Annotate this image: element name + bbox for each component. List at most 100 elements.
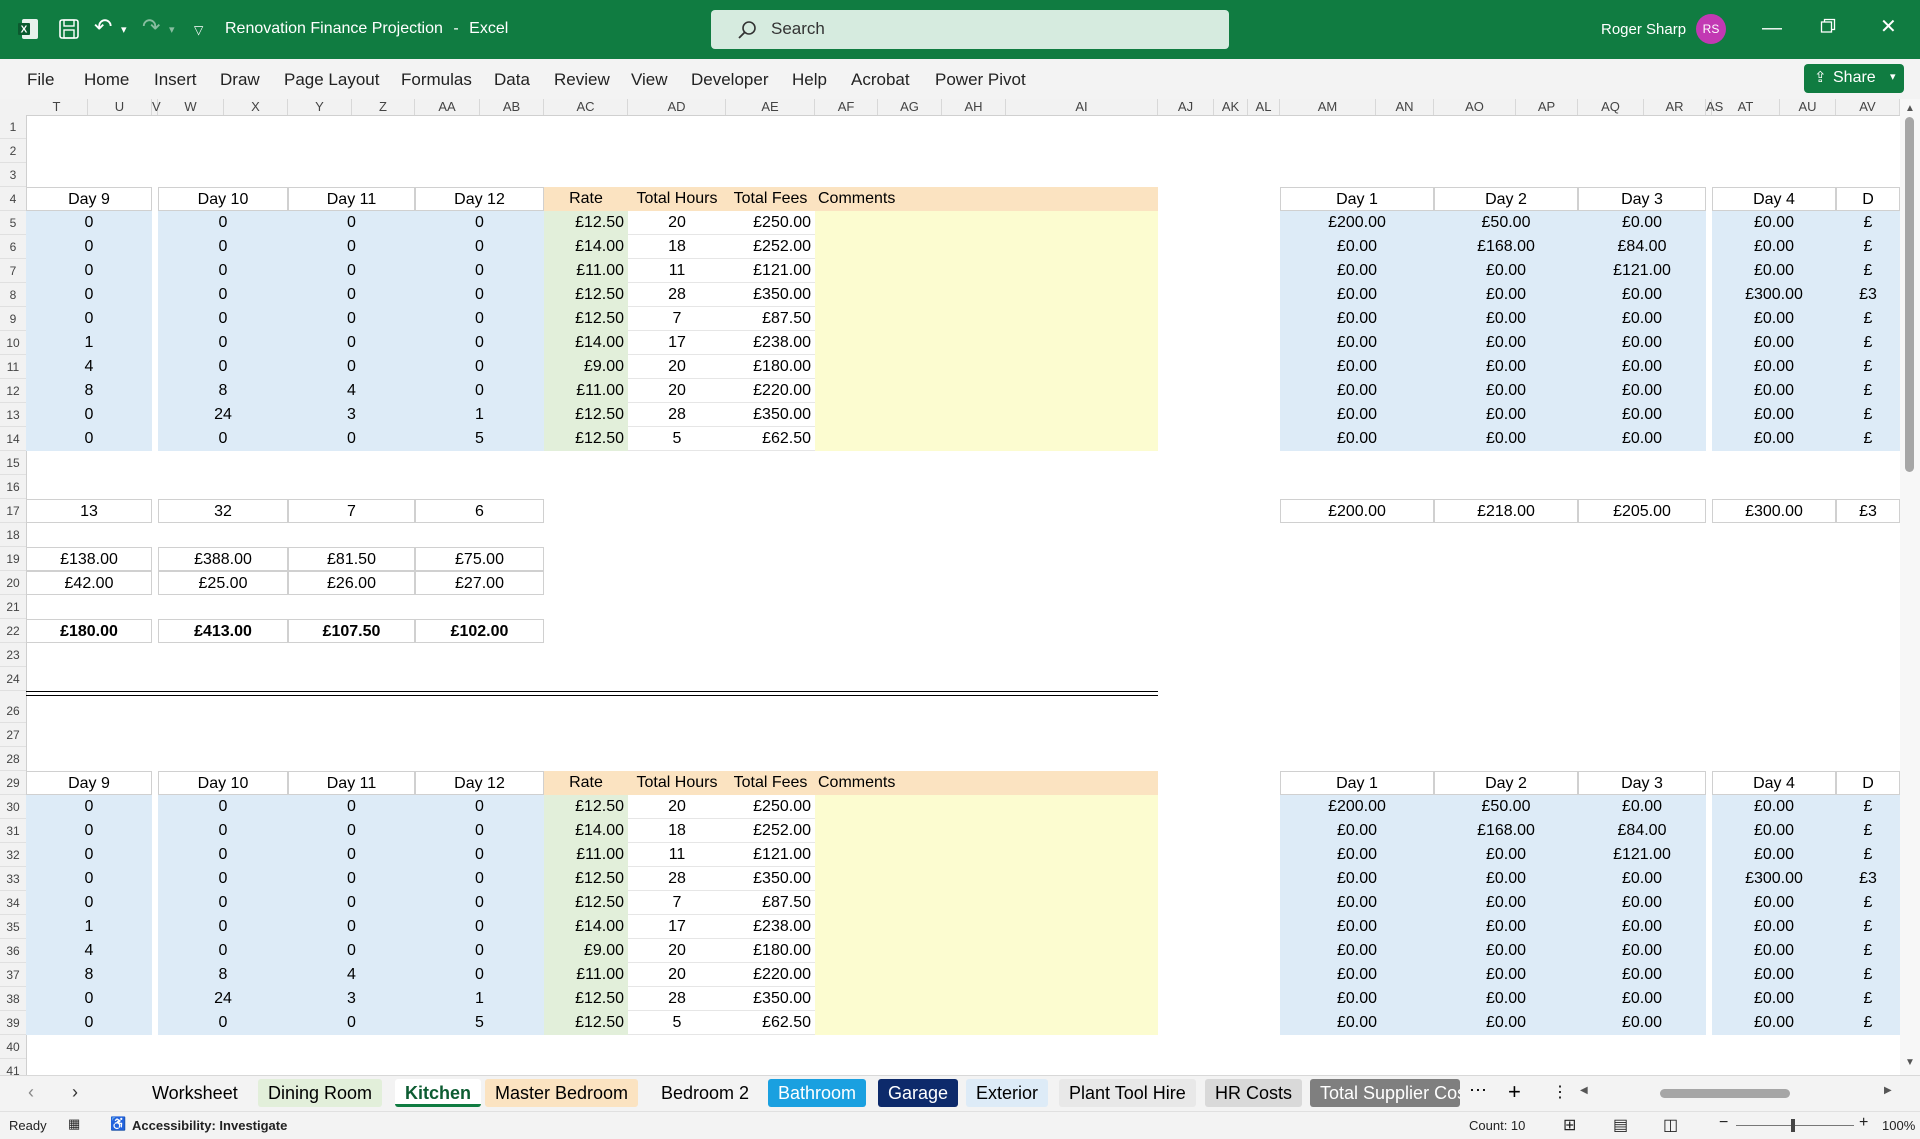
- total-hours-summary-cell[interactable]: 32: [158, 499, 288, 523]
- column-header[interactable]: Y: [288, 99, 352, 115]
- row-header[interactable]: 35: [0, 915, 26, 939]
- day-hours-cell[interactable]: 0: [26, 259, 152, 283]
- day-hours-cell[interactable]: 0: [158, 1011, 288, 1035]
- rate-cell[interactable]: £11.00: [544, 259, 628, 283]
- column-heading[interactable]: Rate: [544, 771, 628, 795]
- day-hours-cell[interactable]: 0: [415, 235, 544, 259]
- total-hours-cell[interactable]: 5: [628, 1011, 726, 1035]
- day-hours-cell[interactable]: 0: [415, 867, 544, 891]
- total-hours-cell[interactable]: 20: [628, 795, 726, 819]
- row-header[interactable]: 32: [0, 843, 26, 867]
- day-hours-cell[interactable]: 0: [415, 331, 544, 355]
- day-hours-cell[interactable]: 0: [26, 843, 152, 867]
- rate-cell[interactable]: £12.50: [544, 283, 628, 307]
- row-header[interactable]: 19: [0, 547, 26, 571]
- day-hours-cell[interactable]: 0: [288, 867, 415, 891]
- day-hours-cell[interactable]: 0: [288, 427, 415, 451]
- column-header[interactable]: AL: [1248, 99, 1280, 115]
- day-cost-cell[interactable]: £0.00: [1434, 915, 1578, 939]
- day-cost-cell[interactable]: £0.00: [1434, 283, 1578, 307]
- close-icon[interactable]: ✕: [1880, 17, 1897, 37]
- comments-cell[interactable]: [815, 843, 1158, 867]
- day-cost-cell[interactable]: £84.00: [1578, 819, 1706, 843]
- day-cost-cell[interactable]: £0.00: [1578, 307, 1706, 331]
- comments-cell[interactable]: [815, 355, 1158, 379]
- day-heading[interactable]: Day 4: [1712, 771, 1836, 795]
- column-header[interactable]: AR: [1644, 99, 1706, 115]
- day-cost-cell[interactable]: £0.00: [1578, 939, 1706, 963]
- column-header[interactable]: AK: [1214, 99, 1248, 115]
- total-hours-cell[interactable]: 28: [628, 987, 726, 1011]
- total-hours-cell[interactable]: 7: [628, 891, 726, 915]
- day-hours-cell[interactable]: 0: [26, 987, 152, 1011]
- column-heading[interactable]: Total Fees: [726, 771, 815, 795]
- total-fees-cell[interactable]: £87.50: [726, 307, 815, 331]
- column-header[interactable]: AP: [1516, 99, 1578, 115]
- row-header[interactable]: 31: [0, 819, 26, 843]
- column-header[interactable]: AU: [1780, 99, 1836, 115]
- cost-cell[interactable]: £75.00: [415, 547, 544, 571]
- comments-cell[interactable]: [815, 987, 1158, 1011]
- column-heading[interactable]: Day 12: [415, 771, 544, 795]
- day-cost-cell[interactable]: £0.00: [1712, 331, 1836, 355]
- day-hours-cell[interactable]: 0: [288, 939, 415, 963]
- day-hours-cell[interactable]: 8: [158, 379, 288, 403]
- day-cost-cell[interactable]: £0.00: [1434, 427, 1578, 451]
- comments-cell[interactable]: [815, 259, 1158, 283]
- column-heading[interactable]: Day 11: [288, 187, 415, 211]
- day-hours-cell[interactable]: 0: [158, 427, 288, 451]
- day-hours-cell[interactable]: 0: [158, 307, 288, 331]
- row-header[interactable]: 21: [0, 595, 26, 619]
- customize-quick-access-icon[interactable]: ▽: [194, 20, 203, 40]
- column-header[interactable]: AG: [878, 99, 942, 115]
- day-cost-cell[interactable]: £200.00: [1280, 211, 1434, 235]
- day-cost-cell[interactable]: £0.00: [1280, 283, 1434, 307]
- day-cost-cell[interactable]: £0.00: [1712, 915, 1836, 939]
- day-total-cell[interactable]: £200.00: [1280, 499, 1434, 523]
- day-cost-cell[interactable]: £0.00: [1280, 987, 1434, 1011]
- comments-cell[interactable]: [815, 307, 1158, 331]
- column-header[interactable]: T: [26, 99, 88, 115]
- column-header[interactable]: AT: [1712, 99, 1780, 115]
- total-hours-cell[interactable]: 20: [628, 939, 726, 963]
- total-fees-cell[interactable]: £350.00: [726, 283, 815, 307]
- total-hours-cell[interactable]: 20: [628, 963, 726, 987]
- row-header[interactable]: 37: [0, 963, 26, 987]
- day-cost-cell[interactable]: £: [1836, 1011, 1900, 1035]
- row-header[interactable]: 22: [0, 619, 26, 643]
- day-hours-cell[interactable]: 8: [26, 963, 152, 987]
- row-header[interactable]: 34: [0, 891, 26, 915]
- day-cost-cell[interactable]: £0.00: [1578, 355, 1706, 379]
- row-header[interactable]: 1: [0, 115, 26, 139]
- column-header[interactable]: AA: [415, 99, 480, 115]
- tab-home[interactable]: Home: [84, 70, 129, 90]
- total-fees-cell[interactable]: £62.50: [726, 427, 815, 451]
- day-cost-cell[interactable]: £: [1836, 963, 1900, 987]
- total-fees-cell[interactable]: £350.00: [726, 867, 815, 891]
- day-cost-cell[interactable]: £0.00: [1712, 843, 1836, 867]
- day-cost-cell[interactable]: £0.00: [1712, 379, 1836, 403]
- day-cost-cell[interactable]: £0.00: [1712, 795, 1836, 819]
- total-hours-summary-cell[interactable]: 13: [26, 499, 152, 523]
- scroll-up-icon[interactable]: ▲: [1905, 103, 1915, 114]
- sheet-tab-exterior[interactable]: Exterior: [966, 1079, 1049, 1107]
- day-hours-cell[interactable]: 0: [158, 235, 288, 259]
- day-total-cell[interactable]: £205.00: [1578, 499, 1706, 523]
- total-fees-cell[interactable]: £121.00: [726, 843, 815, 867]
- comments-cell[interactable]: [815, 1011, 1158, 1035]
- restore-icon[interactable]: [1820, 18, 1836, 38]
- day-total-cell[interactable]: £300.00: [1712, 499, 1836, 523]
- column-header[interactable]: Z: [352, 99, 415, 115]
- cost-cell[interactable]: £27.00: [415, 571, 544, 595]
- total-fees-cell[interactable]: £180.00: [726, 355, 815, 379]
- day-cost-cell[interactable]: £0.00: [1434, 403, 1578, 427]
- rate-cell[interactable]: £11.00: [544, 843, 628, 867]
- day-hours-cell[interactable]: 4: [26, 355, 152, 379]
- page-break-view-icon[interactable]: ◫: [1663, 1115, 1678, 1135]
- row-header[interactable]: 38: [0, 987, 26, 1011]
- total-fees-cell[interactable]: £252.00: [726, 819, 815, 843]
- column-header[interactable]: AE: [726, 99, 815, 115]
- day-cost-cell[interactable]: £50.00: [1434, 795, 1578, 819]
- day-hours-cell[interactable]: 0: [158, 819, 288, 843]
- tab-file[interactable]: File: [27, 70, 54, 90]
